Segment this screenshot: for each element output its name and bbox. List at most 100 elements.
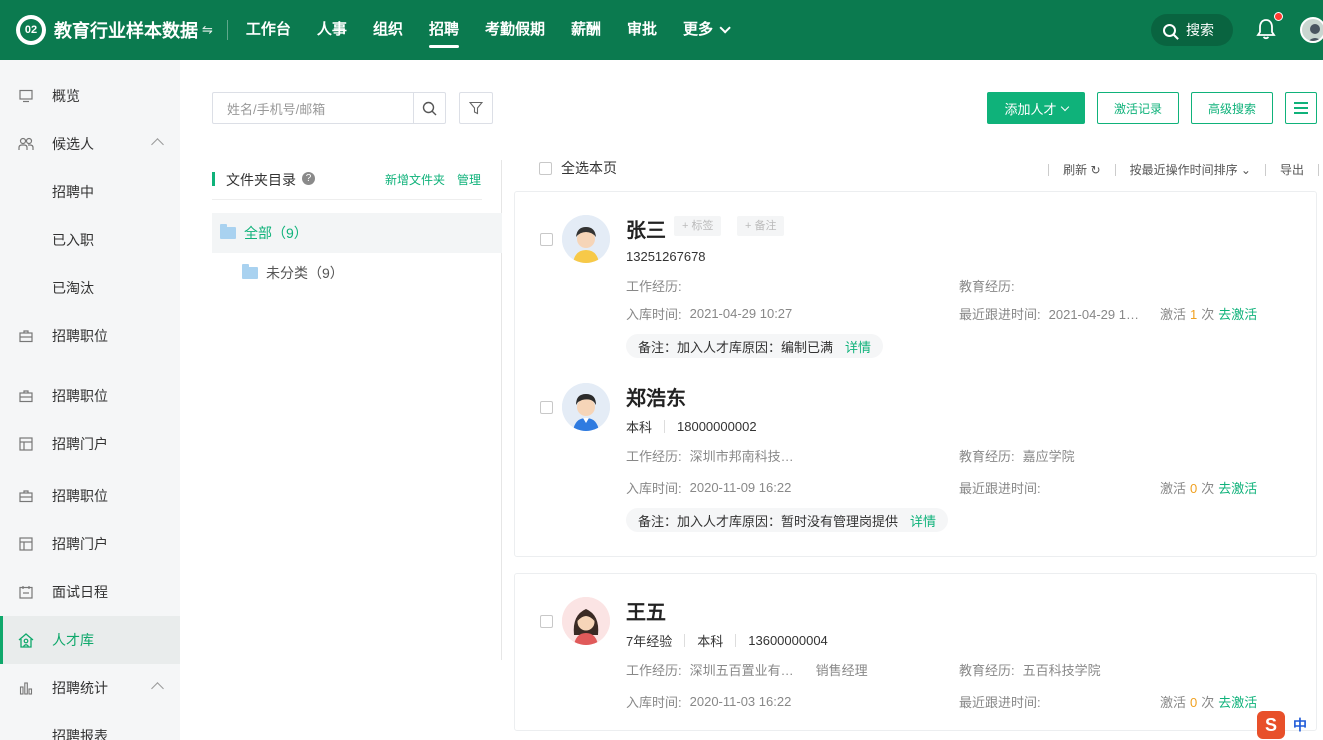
portal-icon — [18, 536, 34, 552]
activate-link[interactable]: 去激活 — [1218, 695, 1257, 710]
candidate-checkbox[interactable] — [540, 233, 553, 246]
company-logo[interactable]: 02 — [16, 15, 46, 45]
candidate-checkbox[interactable] — [540, 401, 553, 414]
sidebar-item-overview[interactable]: 概览 — [0, 72, 180, 120]
add-tag-button[interactable]: + 标签 — [674, 216, 722, 236]
new-folder-link[interactable]: 新增文件夹 — [385, 171, 445, 188]
filter-button[interactable] — [459, 92, 493, 124]
activate-count: 1 — [1190, 307, 1198, 322]
people-icon — [18, 136, 34, 152]
nav-org[interactable]: 组织 — [373, 0, 403, 60]
nav-recruit[interactable]: 招聘 — [428, 0, 459, 60]
menu-button[interactable] — [1285, 92, 1317, 124]
degree: 本科 — [626, 420, 653, 435]
search-icon — [1163, 23, 1176, 37]
bell-icon[interactable] — [1256, 18, 1276, 40]
sidebar-item-rejected[interactable]: 已淘汰 — [0, 264, 180, 312]
switch-company-icon[interactable]: ⇋ — [202, 22, 213, 38]
candidate-name[interactable]: 郑浩东 — [626, 382, 686, 411]
sidebar-item-statistics[interactable]: 招聘统计 — [0, 664, 180, 712]
sidebar-item-portal-2[interactable]: 招聘门户 — [0, 520, 180, 568]
nav-approval[interactable]: 审批 — [627, 0, 657, 60]
avatar[interactable] — [562, 215, 610, 263]
nav-workbench[interactable]: 工作台 — [246, 0, 291, 60]
menu-line — [1294, 107, 1308, 109]
company-name[interactable]: 教育行业样本数据 — [54, 17, 198, 43]
candidate-name[interactable]: 张三 — [626, 214, 666, 243]
activate-suffix: 次 — [1201, 481, 1215, 496]
edu-value: 五百科技学院 — [1022, 663, 1101, 678]
sort-dropdown[interactable]: 按最近操作时间排序 ⌄ — [1130, 161, 1251, 178]
ime-indicator[interactable]: S 中 — [1257, 710, 1323, 740]
sidebar-item-positions-2[interactable]: 招聘职位 — [0, 372, 180, 420]
nav-more[interactable]: 更多 — [683, 0, 731, 60]
added-label: 入库时间: — [626, 307, 682, 322]
added-value: 2021-04-29 10:27 — [689, 306, 793, 321]
folder-uncategorized[interactable]: 未分类（9） — [242, 258, 344, 288]
folder-header: 文件夹目录 ? 新增文件夹 管理 — [212, 170, 482, 200]
added-time: 入库时间: 2020-11-03 16:22 — [626, 692, 791, 711]
added-time: 入库时间: 2020-11-09 16:22 — [626, 478, 791, 497]
candidate-checkbox[interactable] — [540, 615, 553, 628]
work-experience: 工作经历: 深圳市邦南科技… — [626, 446, 794, 465]
search-input[interactable]: 姓名/手机号/邮箱 — [212, 92, 414, 124]
activation-records-button[interactable]: 激活记录 — [1097, 92, 1179, 124]
list-tools: 刷新 ↻ 按最近操作时间排序 ⌄ 导出 — [1034, 161, 1319, 178]
divider — [735, 634, 737, 647]
sidebar-item-label: 招聘门户 — [52, 436, 108, 452]
activate-link[interactable]: 去激活 — [1218, 307, 1257, 322]
refresh-label: 刷新 — [1063, 163, 1088, 177]
activate-count: 0 — [1190, 695, 1198, 710]
remark-detail-link[interactable]: 详情 — [910, 511, 936, 530]
nav-salary[interactable]: 薪酬 — [571, 0, 601, 60]
sidebar-item-recruiting[interactable]: 招聘中 — [0, 168, 180, 216]
sidebar-item-label: 招聘职位 — [52, 328, 108, 344]
nav-attendance[interactable]: 考勤假期 — [485, 0, 545, 60]
education: 教育经历: 五百科技学院 — [959, 660, 1101, 679]
work-experience: 工作经历: — [626, 276, 690, 295]
chevron-down-icon: ⌄ — [1240, 163, 1251, 177]
sidebar-item-label: 招聘职位 — [52, 388, 108, 404]
divider — [684, 634, 686, 647]
sidebar-item-positions-3[interactable]: 招聘职位 — [0, 472, 180, 520]
edu-label: 教育经历: — [959, 449, 1015, 464]
sidebar-item-hired[interactable]: 已入职 — [0, 216, 180, 264]
nav-hr[interactable]: 人事 — [317, 0, 347, 60]
search-placeholder: 姓名/手机号/邮箱 — [227, 101, 326, 117]
menu-line — [1294, 102, 1308, 104]
candidate-name[interactable]: 王五 — [626, 596, 666, 625]
sidebar-item-reports[interactable]: 招聘报表 — [0, 712, 180, 740]
sidebar-item-label: 候选人 — [52, 136, 94, 152]
remark-detail-link[interactable]: 详情 — [845, 337, 871, 356]
avatar[interactable] — [562, 383, 610, 431]
sidebar-item-label: 招聘职位 — [52, 488, 108, 504]
divider — [1114, 163, 1116, 176]
advanced-search-button[interactable]: 高级搜索 — [1191, 92, 1273, 124]
refresh-button[interactable]: 刷新 ↻ — [1063, 161, 1100, 178]
folder-all[interactable]: 全部（9） — [212, 213, 502, 253]
user-avatar[interactable] — [1300, 17, 1323, 43]
folder-icon — [220, 224, 236, 239]
select-all-checkbox[interactable] — [539, 161, 552, 175]
sidebar-item-talent-pool[interactable]: 人才库 — [0, 616, 180, 664]
add-talent-button[interactable]: 添加人才 — [987, 92, 1085, 124]
help-icon[interactable]: ? — [302, 172, 315, 185]
work-label: 工作经历: — [626, 663, 682, 678]
sidebar-item-portal[interactable]: 招聘门户 — [0, 420, 180, 468]
add-remark-button[interactable]: + 备注 — [737, 216, 785, 236]
manage-folder-link[interactable]: 管理 — [457, 171, 481, 188]
activate-link[interactable]: 去激活 — [1218, 481, 1257, 496]
added-label: 入库时间: — [626, 481, 682, 496]
briefcase-icon — [18, 388, 34, 404]
degree: 本科 — [697, 634, 724, 649]
sidebar-item-positions[interactable]: 招聘职位 — [0, 312, 180, 360]
sidebar-item-candidates[interactable]: 候选人 — [0, 120, 180, 168]
added-value: 2020-11-09 16:22 — [689, 480, 792, 495]
select-all[interactable]: 全选本页 — [539, 158, 617, 178]
export-button[interactable]: 导出 — [1280, 161, 1304, 178]
search-button[interactable] — [413, 92, 446, 124]
global-search[interactable]: 搜索 — [1151, 14, 1233, 46]
sidebar-item-interviews[interactable]: 面试日程 — [0, 568, 180, 616]
avatar[interactable] — [562, 597, 610, 645]
chevron-down-icon — [719, 22, 731, 34]
